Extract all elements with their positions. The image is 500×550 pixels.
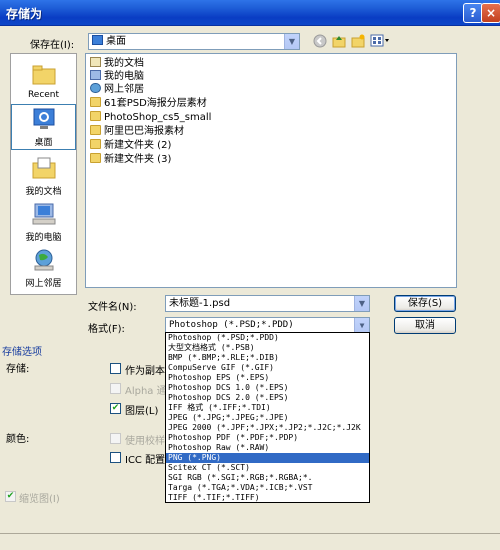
folder-icon	[90, 139, 101, 149]
thumbnail-checkbox[interactable]: ✔	[5, 491, 16, 502]
chevron-down-icon: ▼	[284, 34, 299, 49]
divider	[0, 533, 500, 534]
format-option[interactable]: Photoshop EPS (*.EPS)	[166, 373, 369, 383]
my-documents-icon	[32, 157, 55, 179]
file-list[interactable]: 我的文档 我的电脑 网上邻居 61套PSD海报分层素材 PhotoShop_cs…	[85, 53, 457, 288]
alpha-checkbox[interactable]	[110, 383, 121, 394]
place-my-documents[interactable]: 我的文档	[11, 156, 76, 197]
help-button[interactable]: ?	[463, 3, 483, 23]
format-option[interactable]: 大型文档格式 (*.PSB)	[166, 343, 369, 353]
format-option[interactable]: CompuServe GIF (*.GIF)	[166, 363, 369, 373]
place-network[interactable]: 网上邻居	[11, 248, 76, 289]
places-bar: Recent 桌面 我的文档 我的电脑 网上邻居	[10, 53, 77, 295]
layers-label: 图层(L)	[125, 406, 159, 417]
up-folder-icon[interactable]	[332, 34, 346, 48]
computer-icon	[90, 70, 101, 80]
folder-icon	[90, 153, 101, 163]
desktop-icon	[33, 108, 54, 129]
recent-icon	[32, 65, 55, 85]
format-dropdown-list[interactable]: Photoshop (*.PSD;*.PDD) 大型文档格式 (*.PSB) B…	[165, 332, 370, 503]
format-option[interactable]: Photoshop PDF (*.PDF;*.PDP)	[166, 433, 369, 443]
place-desktop[interactable]: 桌面	[11, 104, 76, 150]
back-icon[interactable]	[313, 34, 327, 48]
format-option[interactable]: BMP (*.BMP;*.RLE;*.DIB)	[166, 353, 369, 363]
title-bar: 存储为 ? ×	[0, 0, 500, 26]
thumbnail-label: 缩览图(I)	[19, 494, 60, 505]
format-option[interactable]: SGI RGB (*.SGI;*.RGB;*.RGBA;*.	[166, 473, 369, 483]
list-item[interactable]: 阿里巴巴海报素材	[90, 125, 184, 138]
list-item[interactable]: 新建文件夹 (2)	[90, 139, 171, 152]
save-in-label: 保存在(I):	[30, 40, 75, 51]
format-label: 格式(F):	[88, 324, 125, 335]
storage-label: 存储:	[6, 364, 30, 375]
fade-overlay	[370, 420, 500, 520]
list-item[interactable]: 我的电脑	[90, 70, 144, 83]
as-copy-label: 作为副本(	[125, 366, 169, 377]
format-option[interactable]: Scitex CT (*.SCT)	[166, 463, 369, 473]
document-icon	[90, 57, 101, 67]
format-option-selected[interactable]: PNG (*.PNG)	[166, 453, 369, 463]
format-option[interactable]: Photoshop DCS 2.0 (*.EPS)	[166, 393, 369, 403]
save-in-value: 桌面	[106, 36, 126, 47]
window-title: 存储为	[6, 7, 43, 21]
folder-icon	[90, 111, 101, 121]
chevron-down-icon: ▼	[354, 318, 369, 333]
list-item[interactable]: PhotoShop_cs5_small	[90, 111, 211, 124]
format-option[interactable]: Photoshop DCS 1.0 (*.EPS)	[166, 383, 369, 393]
format-option[interactable]: Photoshop Raw (*.RAW)	[166, 443, 369, 453]
close-button[interactable]: ×	[481, 3, 500, 23]
new-folder-icon[interactable]	[351, 34, 365, 48]
cancel-button[interactable]: 取消	[394, 317, 456, 334]
folder-icon	[90, 97, 101, 107]
format-option[interactable]: Targa (*.TGA;*.VDA;*.ICB;*.VST	[166, 483, 369, 493]
format-value: Photoshop (*.PSD;*.PDD)	[169, 320, 294, 330]
chevron-down-icon: ▼	[354, 296, 369, 311]
list-item[interactable]: 新建文件夹 (3)	[90, 153, 171, 166]
save-in-select[interactable]: 桌面 ▼	[88, 33, 300, 50]
filename-field[interactable]: 未标题-1.psd ▼	[165, 295, 370, 312]
format-option[interactable]: IFF 格式 (*.IFF;*.TDI)	[166, 403, 369, 413]
views-icon[interactable]	[370, 34, 390, 48]
list-item[interactable]: 网上邻居	[90, 83, 144, 96]
format-option[interactable]: JPEG (*.JPG;*.JPEG;*.JPE)	[166, 413, 369, 423]
format-option[interactable]: JPEG 2000 (*.JPF;*.JPX;*.JP2;*.J2C;*.J2K	[166, 423, 369, 433]
icc-checkbox[interactable]	[110, 452, 121, 463]
layers-checkbox[interactable]: ✔	[110, 403, 121, 414]
desktop-icon	[92, 35, 103, 45]
list-item[interactable]: 我的文档	[90, 57, 144, 70]
format-option[interactable]: TIFF (*.TIF;*.TIFF)	[166, 493, 369, 502]
network-icon	[90, 83, 101, 93]
storage-options-header: 存储选项	[2, 347, 42, 358]
color-label: 颜色:	[6, 434, 30, 445]
use-proof-checkbox[interactable]	[110, 433, 121, 444]
list-item[interactable]: 61套PSD海报分层素材	[90, 97, 207, 110]
network-places-icon	[34, 249, 53, 271]
folder-icon	[90, 125, 101, 135]
format-option[interactable]: Photoshop (*.PSD;*.PDD)	[166, 333, 369, 343]
filename-label: 文件名(N):	[88, 302, 137, 313]
filename-value: 未标题-1.psd	[169, 298, 231, 309]
save-button[interactable]: 保存(S)	[394, 295, 456, 312]
alpha-label: Alpha 通	[125, 386, 167, 397]
place-my-computer[interactable]: 我的电脑	[11, 202, 76, 243]
as-copy-checkbox[interactable]	[110, 363, 121, 374]
place-recent[interactable]: Recent	[11, 62, 76, 100]
use-proof-label: 使用校样	[125, 436, 165, 447]
my-computer-icon	[32, 203, 55, 225]
